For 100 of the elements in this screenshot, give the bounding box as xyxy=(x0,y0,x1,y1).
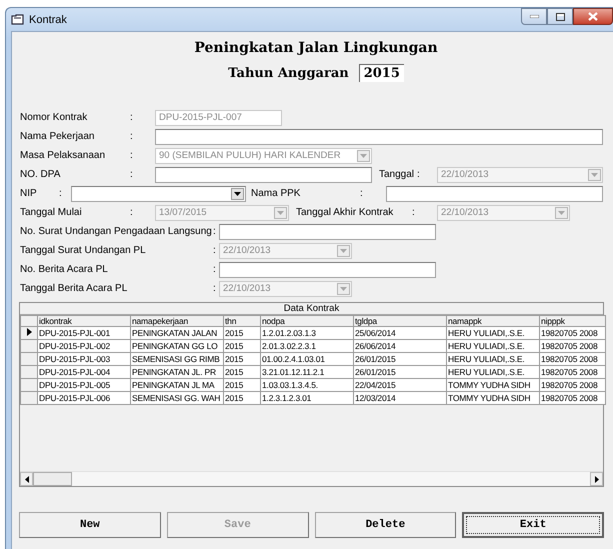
scroll-right-icon xyxy=(594,476,598,482)
table-cell: TOMMY YUDHA SIDH xyxy=(446,392,540,404)
field-label: No. Surat Undangan Pengadaan Langsung xyxy=(20,226,213,237)
table-cell: 2015 xyxy=(224,340,260,352)
window-title: Kontrak xyxy=(29,14,67,26)
table-cell: 1.2.3.1.2.3.01 xyxy=(260,392,354,404)
table-cell: 19820705 2008 xyxy=(540,340,606,352)
table-cell: SEMENISASI GG RIMB xyxy=(130,352,224,366)
separator-colon: : xyxy=(130,131,134,142)
field-label: Tanggal xyxy=(379,169,416,180)
minimize-icon xyxy=(530,15,538,18)
close-icon xyxy=(588,12,598,21)
field-label: Nama Pekerjaan xyxy=(20,131,96,142)
maximize-button[interactable] xyxy=(547,8,573,25)
table-cell: PENINGKATAN GG LO xyxy=(130,340,224,352)
text-field[interactable] xyxy=(155,166,372,182)
table-cell: HERU YULIADI,.S.E. xyxy=(446,340,540,352)
dropdown-arrow-icon xyxy=(277,210,284,214)
horizontal-scrollbar[interactable] xyxy=(20,471,603,486)
separator-colon: : xyxy=(59,188,63,199)
field-label: Tanggal Akhir Kontrak xyxy=(296,207,394,218)
table-cell: DPU-2015-PJL-006 xyxy=(38,392,130,404)
table-cell: DPU-2015-PJL-004 xyxy=(38,366,130,378)
table-cell: DPU-2015-PJL-003 xyxy=(38,352,130,366)
table-cell: 2.01.3.02.2.3.1 xyxy=(260,340,354,352)
separator-colon: : xyxy=(417,169,421,180)
column-header[interactable]: namapekerjaan xyxy=(130,316,224,326)
table-cell: 2015 xyxy=(224,378,260,392)
separator-colon: : xyxy=(130,169,134,180)
window-icon xyxy=(11,14,24,25)
dropdown-arrow-icon xyxy=(234,192,241,196)
table-cell: 2015 xyxy=(224,352,260,366)
field-label: Tanggal Berita Acara PL xyxy=(20,283,128,294)
table-cell: 2015 xyxy=(224,392,260,404)
table-cell: 25/06/2014 xyxy=(354,326,446,340)
field-label: Tanggal Mulai xyxy=(20,207,83,218)
dropdown-arrow-icon xyxy=(340,286,347,290)
column-header[interactable]: thn xyxy=(224,316,260,326)
table-cell: 12/03/2014 xyxy=(354,392,446,404)
table-cell: DPU-2015-PJL-002 xyxy=(38,340,130,352)
separator-colon: : xyxy=(213,264,217,275)
table-cell: HERU YULIADI,.S.E. xyxy=(446,326,540,340)
table-cell: 19820705 2008 xyxy=(540,392,606,404)
column-header[interactable]: nodpa xyxy=(260,316,354,326)
table-cell: 19820705 2008 xyxy=(540,378,606,392)
dropdown-arrow-icon xyxy=(591,172,598,176)
separator-colon: : xyxy=(360,188,364,199)
table-cell: TOMMY YUDHA SIDH xyxy=(446,378,540,392)
table-cell: PENINGKATAN JL MA xyxy=(130,378,224,392)
table-cell: 26/06/2014 xyxy=(354,340,446,352)
budget-year-field[interactable]: 2015 xyxy=(358,64,404,82)
separator-colon: : xyxy=(412,207,416,218)
text-field[interactable] xyxy=(386,186,603,202)
minimize-button[interactable] xyxy=(521,8,547,25)
table-cell: PENINGKATAN JL. PR xyxy=(130,366,224,378)
dropdown-arrow-icon xyxy=(558,210,565,214)
action-button[interactable]: Exit xyxy=(462,512,604,538)
text-field[interactable] xyxy=(219,224,436,240)
maximize-icon xyxy=(556,12,564,20)
form-title: Peningkatan Jalan Lingkungan xyxy=(194,40,438,56)
field-label: No. Berita Acara PL xyxy=(20,264,109,275)
text-field[interactable] xyxy=(219,262,436,278)
column-header[interactable]: namappk xyxy=(446,316,540,326)
table-cell: 26/01/2015 xyxy=(354,352,446,366)
dropdown-arrow-icon xyxy=(360,154,367,158)
table-cell: DPU-2015-PJL-005 xyxy=(38,378,130,392)
column-header[interactable]: nipppk xyxy=(540,316,606,326)
table-cell: 19820705 2008 xyxy=(540,366,606,378)
separator-colon: : xyxy=(213,245,217,256)
table-cell: 2015 xyxy=(224,366,260,378)
column-header[interactable]: tgldpa xyxy=(354,316,446,326)
table-cell: 19820705 2008 xyxy=(540,326,606,340)
separator-colon: : xyxy=(130,112,134,123)
dropdown-field[interactable] xyxy=(71,186,246,202)
close-button[interactable] xyxy=(573,8,613,25)
field-label: Tanggal Surat Undangan PL xyxy=(20,245,147,256)
table-cell: DPU-2015-PJL-001 xyxy=(38,326,130,340)
separator-colon: : xyxy=(130,207,134,218)
action-button[interactable]: New xyxy=(19,512,161,538)
table-cell: 22/04/2015 xyxy=(354,378,446,392)
table-cell: 1.03.03.1.3.4.5. xyxy=(260,378,354,392)
table-cell: 2015 xyxy=(224,326,260,340)
table-cell: SEMENISASI GG. WAH xyxy=(130,392,224,404)
budget-year-label: Tahun Anggaran xyxy=(228,66,349,80)
row-selector[interactable] xyxy=(20,326,38,340)
separator-colon: : xyxy=(213,226,217,237)
field-label: NO. DPA xyxy=(20,169,62,180)
column-header[interactable]: idkontrak xyxy=(38,316,130,326)
action-button[interactable]: Delete xyxy=(314,512,456,538)
scrollbar-thumb[interactable] xyxy=(33,472,72,486)
field-label: NIP xyxy=(20,188,38,199)
table-cell: 26/01/2015 xyxy=(354,366,446,378)
table-cell: PENINGKATAN JALAN xyxy=(130,326,224,340)
field-label: Masa Pelaksanaan xyxy=(20,150,106,161)
separator-colon: : xyxy=(130,150,134,161)
text-field[interactable] xyxy=(155,128,603,144)
scroll-left-icon xyxy=(24,476,28,482)
table-cell: 3.21.01.12.11.2.1 xyxy=(260,366,354,378)
field-label: Nomor Kontrak xyxy=(20,112,88,123)
table-cell: 1.2.01.2.03.1.3 xyxy=(260,326,354,340)
